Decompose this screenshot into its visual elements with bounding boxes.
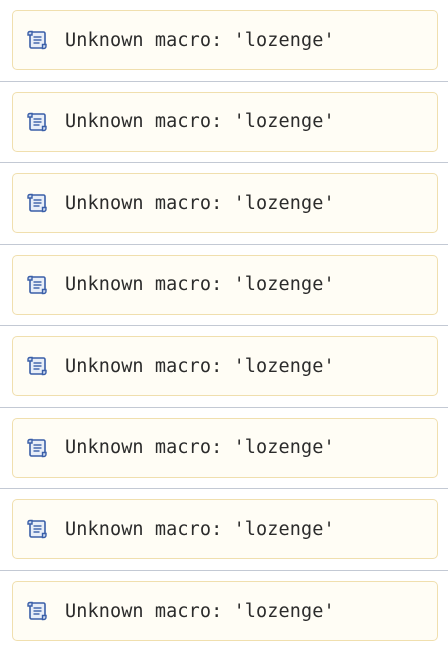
macro-message: Unknown macro: 'lozenge' [65,192,335,214]
list-item: Unknown macro: 'lozenge' [0,326,448,408]
unknown-macro-box[interactable]: Unknown macro: 'lozenge' [12,254,438,315]
macro-list: Unknown macro: 'lozenge' Unknown macro: … [0,0,448,652]
macro-message: Unknown macro: 'lozenge' [65,437,335,459]
unknown-macro-box[interactable]: Unknown macro: 'lozenge' [12,91,438,152]
list-item: Unknown macro: 'lozenge' [0,244,448,326]
list-item: Unknown macro: 'lozenge' [0,0,448,82]
scroll-icon [25,191,49,215]
scroll-icon [25,517,49,541]
scroll-icon [25,436,49,460]
macro-message: Unknown macro: 'lozenge' [65,274,335,296]
scroll-icon [25,354,49,378]
unknown-macro-box[interactable]: Unknown macro: 'lozenge' [12,336,438,397]
list-item: Unknown macro: 'lozenge' [0,570,448,652]
scroll-icon [25,110,49,134]
unknown-macro-box[interactable]: Unknown macro: 'lozenge' [12,417,438,478]
scroll-icon [25,599,49,623]
scroll-icon [25,28,49,52]
list-item: Unknown macro: 'lozenge' [0,163,448,245]
list-item: Unknown macro: 'lozenge' [0,81,448,163]
unknown-macro-box[interactable]: Unknown macro: 'lozenge' [12,581,438,642]
macro-message: Unknown macro: 'lozenge' [65,111,335,133]
unknown-macro-box[interactable]: Unknown macro: 'lozenge' [12,499,438,560]
macro-message: Unknown macro: 'lozenge' [65,518,335,540]
unknown-macro-box[interactable]: Unknown macro: 'lozenge' [12,173,438,234]
macro-message: Unknown macro: 'lozenge' [65,355,335,377]
scroll-icon [25,273,49,297]
list-item: Unknown macro: 'lozenge' [0,407,448,489]
macro-message: Unknown macro: 'lozenge' [65,600,335,622]
unknown-macro-box[interactable]: Unknown macro: 'lozenge' [12,10,438,71]
macro-message: Unknown macro: 'lozenge' [65,29,335,51]
list-item: Unknown macro: 'lozenge' [0,489,448,571]
